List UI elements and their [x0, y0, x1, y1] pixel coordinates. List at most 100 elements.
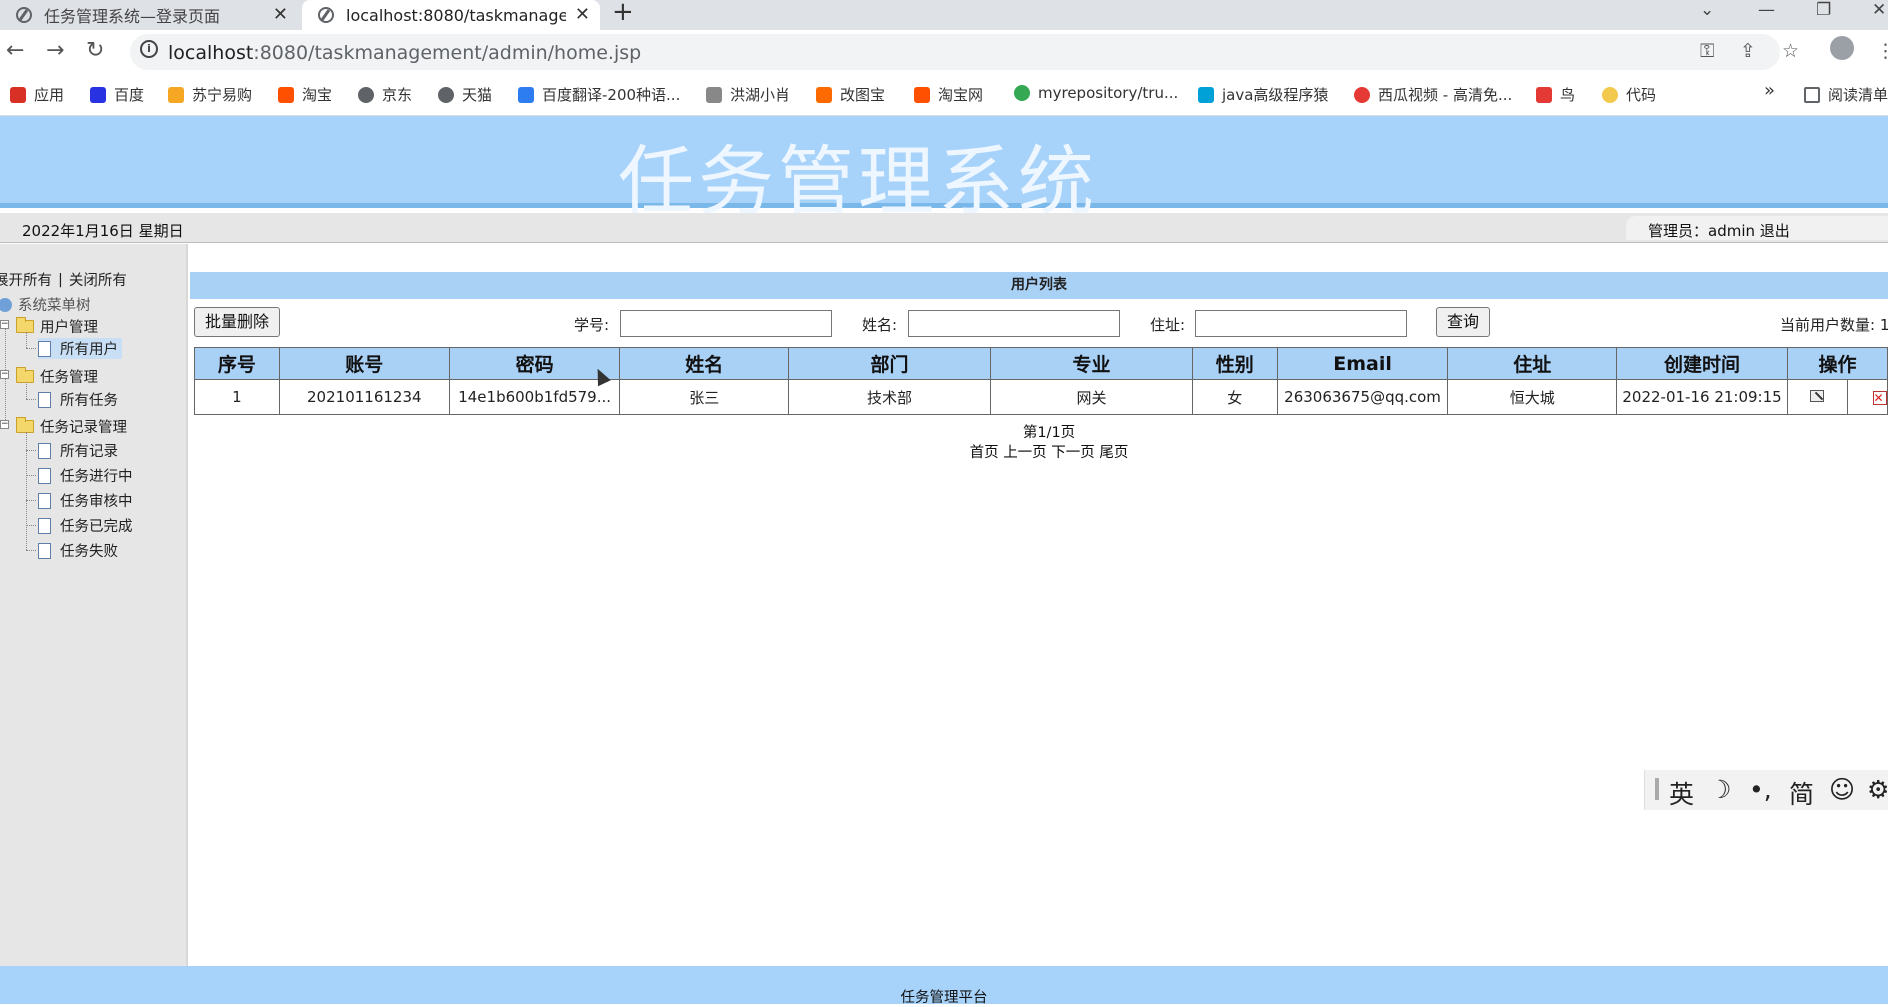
collapse-toggle[interactable]: −: [0, 370, 9, 379]
tree-line: [26, 382, 27, 399]
window-close-button[interactable]: ✕: [1872, 0, 1886, 20]
reload-button[interactable]: ↻: [86, 38, 104, 63]
table-row: 1 202101161234 14e1b600b1fd579... 张三 技术部…: [194, 379, 1888, 415]
batch-delete-button[interactable]: 批量删除: [194, 307, 280, 337]
minimize-button[interactable]: —: [1758, 0, 1775, 20]
bookmark-label: java高级程序猿: [1222, 86, 1329, 104]
site-info-icon[interactable]: i: [140, 40, 158, 58]
bookmark-taobao-net[interactable]: 淘宝网: [914, 84, 983, 105]
page-icon: [38, 391, 51, 408]
last-page-link[interactable]: 尾页: [1099, 445, 1128, 461]
query-button[interactable]: 查询: [1436, 307, 1490, 337]
page-info: 第1/1页: [1022, 425, 1076, 441]
collapse-all-link[interactable]: 关闭所有: [69, 269, 127, 290]
separator: |: [58, 271, 63, 288]
address-input[interactable]: [1195, 310, 1407, 337]
tree-root[interactable]: 系统菜单树: [0, 294, 91, 315]
cell-address: 恒大城: [1447, 379, 1618, 415]
bookmark-honghu[interactable]: 洪湖小肖: [706, 84, 790, 105]
tab-close-icon[interactable]: ✕: [575, 4, 590, 25]
key-icon[interactable]: ⚿: [1700, 40, 1714, 62]
moon-icon[interactable]: ☽: [1709, 775, 1731, 804]
expand-all-link[interactable]: 展开所有: [0, 269, 52, 290]
bookmark-label: 改图宝: [840, 86, 886, 104]
bookmark-apps[interactable]: 应用: [10, 84, 64, 105]
sidebar-item-in-progress[interactable]: 任务进行中: [38, 465, 133, 486]
sidebar-item-all-tasks[interactable]: 所有任务: [38, 389, 118, 410]
profile-avatar[interactable]: [1830, 36, 1854, 60]
tab-login-page[interactable]: 任务管理系统—登录页面 ✕: [0, 0, 298, 30]
bookmark-baidu-translate[interactable]: 百度翻译-200种语...: [518, 84, 680, 105]
ime-simplified-toggle[interactable]: 简: [1789, 775, 1814, 811]
next-page-link[interactable]: 下一页: [1051, 445, 1095, 461]
first-page-link[interactable]: 首页: [970, 445, 999, 461]
sidebar-group-task-management[interactable]: 任务管理: [16, 366, 98, 387]
new-tab-button[interactable]: +: [612, 0, 634, 27]
sidebar-item-completed[interactable]: 任务已完成: [38, 515, 133, 536]
sidebar-item-all-records[interactable]: 所有记录: [38, 440, 118, 461]
bookmark-label: 天猫: [462, 86, 493, 104]
tab-close-icon[interactable]: ✕: [273, 4, 288, 25]
more-bookmarks-button[interactable]: »: [1764, 80, 1775, 101]
cell-major: 网关: [990, 379, 1193, 415]
column-header: 住址: [1447, 347, 1618, 380]
punctuation-icon[interactable]: •,: [1749, 775, 1772, 804]
sidebar-item-failed[interactable]: 任务失败: [38, 540, 118, 561]
sidebar-group-task-record-management[interactable]: 任务记录管理: [16, 416, 127, 437]
share-icon[interactable]: ⇪: [1740, 40, 1756, 62]
bookmark-label: 代码: [1626, 86, 1657, 104]
ime-language-toggle[interactable]: 英: [1669, 775, 1694, 811]
bookmark-xigua[interactable]: 西瓜视频 - 高清免...: [1354, 84, 1512, 105]
tab-search-icon[interactable]: ⌄: [1700, 0, 1714, 20]
globe-icon: [358, 86, 374, 103]
bookmark-jd[interactable]: 京东: [358, 84, 412, 105]
url-text[interactable]: localhost:8080/taskmanagement/admin/home…: [168, 42, 641, 64]
bookmark-suning[interactable]: 苏宁易购: [168, 84, 252, 105]
delete-icon[interactable]: ✕: [1872, 390, 1887, 405]
bookmark-star-icon[interactable]: ☆: [1782, 40, 1799, 62]
tab-home-page[interactable]: localhost:8080/taskmanageme ✕: [302, 0, 600, 30]
bookmark-myrepository[interactable]: myrepository/tru...: [1014, 84, 1178, 102]
reading-list-icon: [1804, 86, 1820, 103]
item-label: 任务进行中: [60, 469, 133, 485]
restore-button[interactable]: ❐: [1816, 0, 1831, 20]
ime-drag-handle[interactable]: [1655, 778, 1659, 800]
sidebar-item-under-review[interactable]: 任务审核中: [38, 490, 133, 511]
group-label: 用户管理: [40, 320, 98, 336]
translate-icon: [518, 86, 534, 103]
student-no-input[interactable]: [620, 310, 832, 337]
cell-account: 202101161234: [278, 379, 450, 415]
bookmark-java[interactable]: java高级程序猿: [1198, 84, 1328, 105]
bookmark-baidu[interactable]: 百度: [90, 84, 144, 105]
column-header: 姓名: [619, 347, 789, 380]
menu-dots-icon[interactable]: ⋮: [1876, 40, 1888, 62]
bird-icon: [706, 86, 722, 103]
reading-list-label: 阅读清单: [1828, 86, 1888, 104]
baidu-paw-icon: [90, 86, 106, 103]
collapse-toggle[interactable]: −: [0, 420, 9, 429]
bookmark-tmall[interactable]: 天猫: [438, 84, 492, 105]
settings-gear-icon[interactable]: ⚙: [1867, 775, 1888, 804]
tab-title: localhost:8080/taskmanageme: [346, 5, 566, 25]
bookmark-gaitubao[interactable]: 改图宝: [816, 84, 885, 105]
bookmark-label: 淘宝: [302, 86, 333, 104]
bookmark-taobao[interactable]: 淘宝: [278, 84, 332, 105]
forward-button[interactable]: →: [46, 38, 64, 63]
reading-list[interactable]: 阅读清单: [1804, 84, 1888, 105]
bookmark-label: 淘宝网: [938, 86, 984, 104]
logout-link[interactable]: 退出: [1760, 222, 1790, 240]
globe-icon: [318, 7, 334, 23]
sidebar-item-all-users[interactable]: 所有用户: [38, 338, 122, 359]
collapse-toggle[interactable]: −: [0, 320, 9, 329]
item-label: 任务已完成: [60, 519, 133, 535]
tab-title: 任务管理系统—登录页面: [44, 7, 221, 26]
bookmark-bird[interactable]: 鸟: [1536, 84, 1575, 105]
emoji-icon[interactable]: ☺: [1829, 775, 1855, 804]
edit-icon[interactable]: [1809, 389, 1824, 402]
bookmark-label: 应用: [34, 86, 65, 104]
bookmark-code[interactable]: 代码: [1602, 84, 1656, 105]
name-input[interactable]: [908, 310, 1120, 337]
back-button[interactable]: ←: [6, 38, 24, 63]
sidebar-group-user-management[interactable]: 用户管理: [16, 316, 98, 337]
prev-page-link[interactable]: 上一页: [1003, 445, 1047, 461]
